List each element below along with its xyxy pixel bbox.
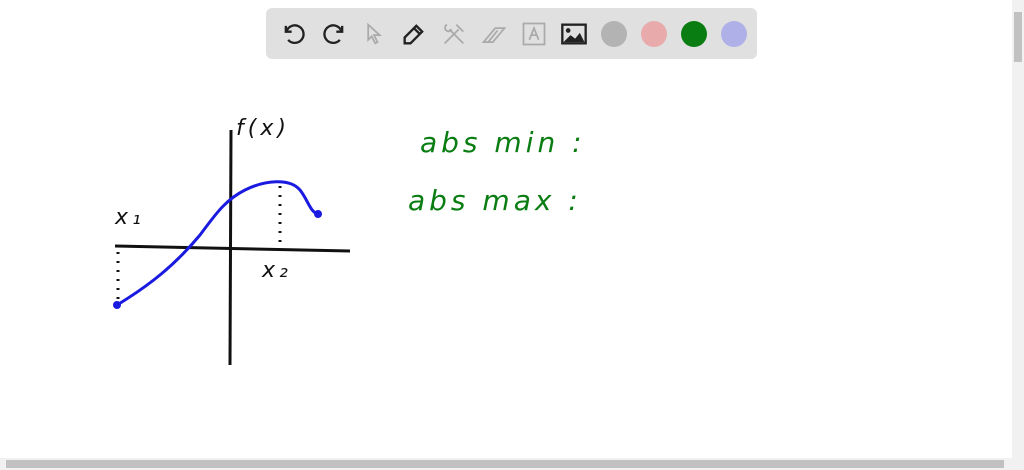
color-lavender[interactable] <box>714 14 754 54</box>
color-pink[interactable] <box>634 14 674 54</box>
text-button[interactable] <box>514 14 554 54</box>
horizontal-scroll-thumb[interactable] <box>6 460 1004 468</box>
undo-button[interactable] <box>274 14 314 54</box>
abs-min-label: abs min : <box>420 126 586 159</box>
vertical-scrollbar[interactable] <box>1012 0 1024 458</box>
select-button[interactable] <box>354 14 394 54</box>
y-axis-label: f(x) <box>236 116 290 141</box>
whiteboard-canvas[interactable]: f(x) x₁ x₂ abs min : abs max : <box>0 0 1012 458</box>
horizontal-scrollbar[interactable] <box>0 458 1012 470</box>
left-endpoint <box>113 301 121 309</box>
right-endpoint <box>314 210 322 218</box>
x2-label: x₂ <box>262 258 292 283</box>
vertical-scroll-thumb[interactable] <box>1014 12 1022 62</box>
pen-button[interactable] <box>394 14 434 54</box>
toolbar <box>266 8 757 59</box>
redo-icon <box>323 23 344 44</box>
text-icon <box>522 22 546 45</box>
color-green[interactable] <box>674 14 714 54</box>
eraser-button[interactable] <box>474 14 514 54</box>
x1-label: x₁ <box>115 205 145 230</box>
sketch <box>113 129 351 366</box>
redo-button[interactable] <box>314 14 354 54</box>
scrollbar-corner <box>1012 458 1024 470</box>
pen-icon <box>403 23 424 44</box>
select-icon <box>367 22 383 45</box>
image-button[interactable] <box>554 14 594 54</box>
image-icon <box>561 23 587 44</box>
tools-icon <box>444 23 464 44</box>
tools-button[interactable] <box>434 14 474 54</box>
undo-icon <box>284 23 305 44</box>
function-curve <box>116 180 319 307</box>
abs-max-label: abs max : <box>408 184 582 217</box>
eraser-icon <box>481 26 507 43</box>
x-axis <box>114 244 351 253</box>
color-gray[interactable] <box>594 14 634 54</box>
